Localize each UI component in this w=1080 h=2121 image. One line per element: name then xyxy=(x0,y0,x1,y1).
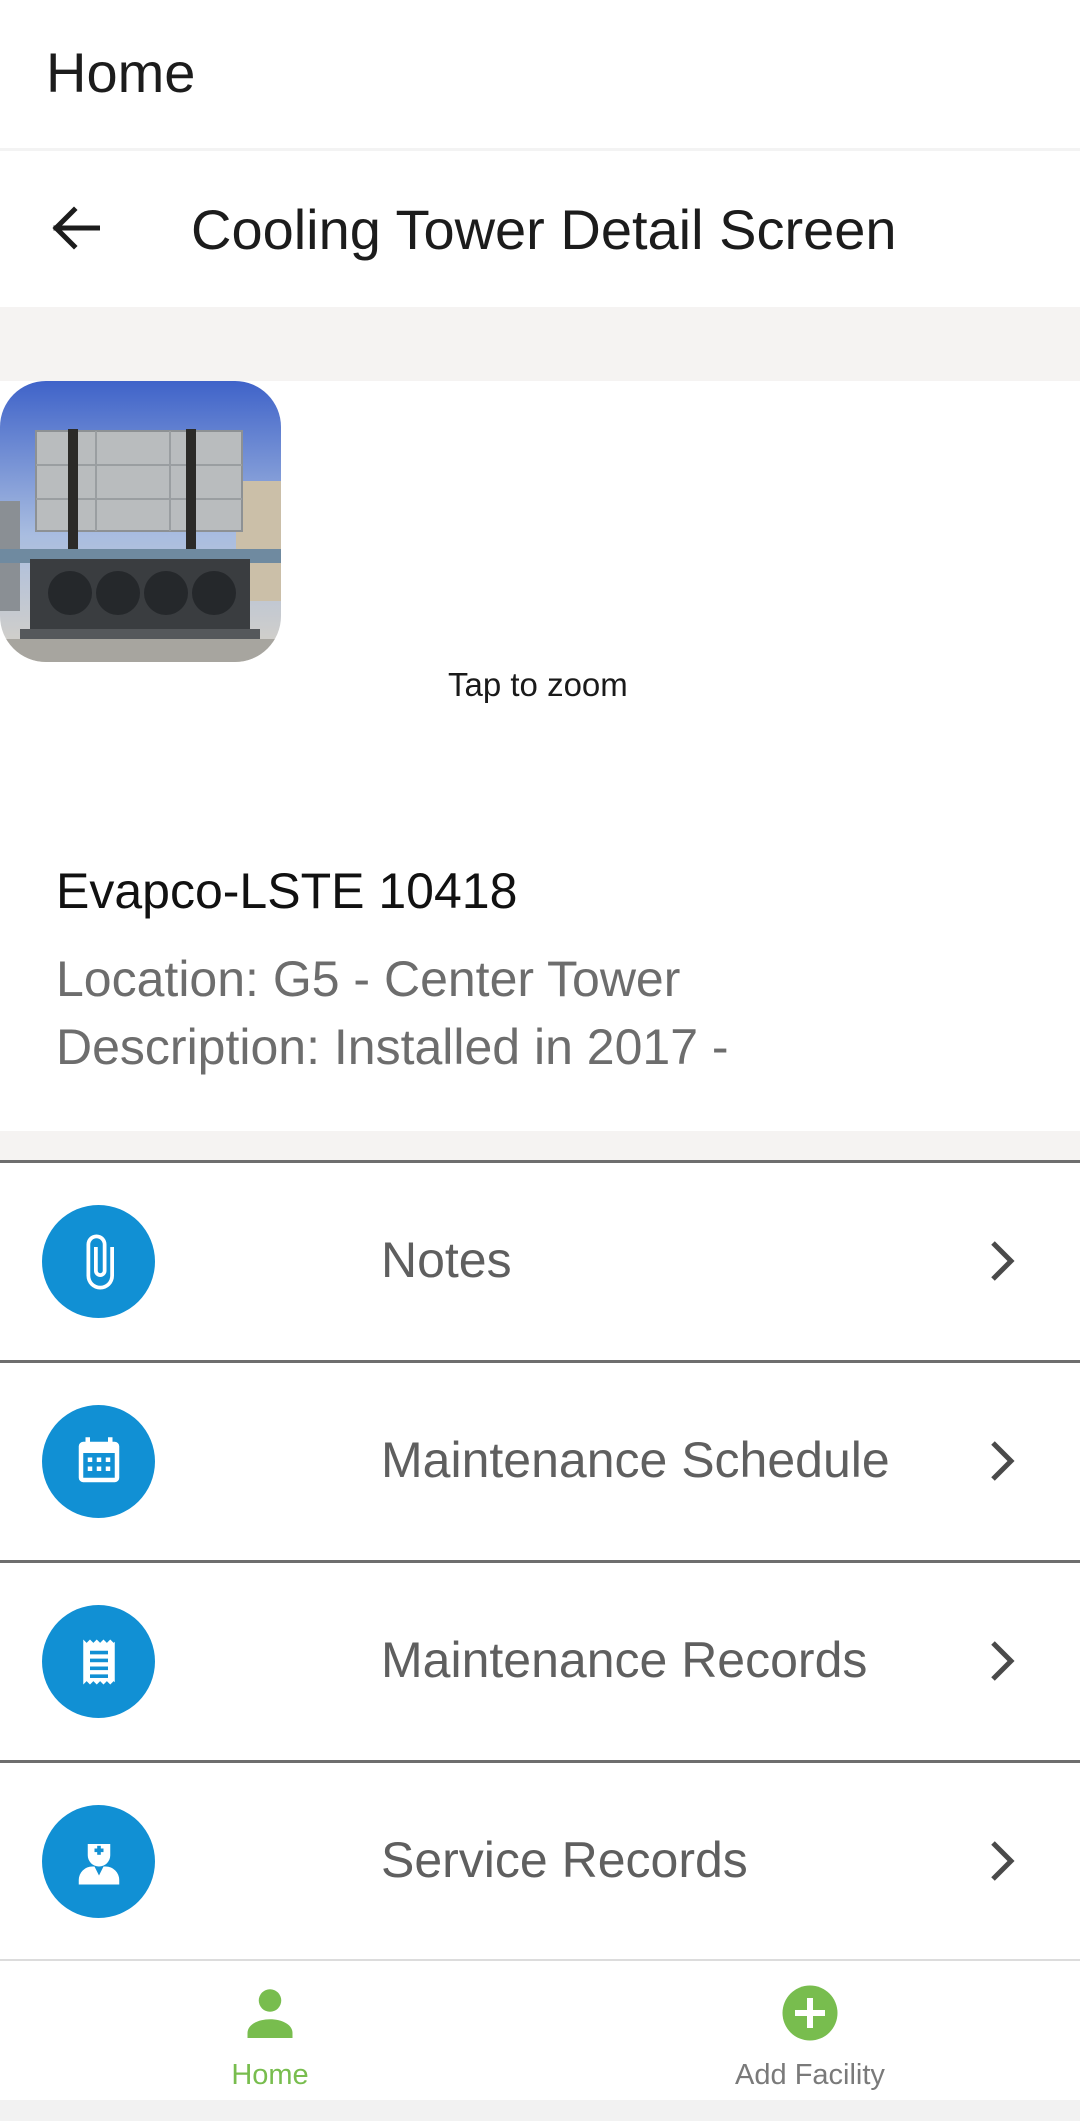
system-gesture-bar xyxy=(0,2100,1080,2121)
screen-title: Cooling Tower Detail Screen xyxy=(191,198,897,261)
bottom-navigation: Home Add Facility xyxy=(0,1959,1080,2102)
menu-item-service-records[interactable]: Service Records xyxy=(0,1763,1080,1960)
person-icon xyxy=(247,1989,293,2038)
menu-icon-badge xyxy=(42,1605,155,1718)
menu-item-notes[interactable]: Notes xyxy=(0,1163,1080,1360)
tap-to-zoom-hint: Tap to zoom xyxy=(448,666,628,703)
section-divider xyxy=(0,1131,1080,1160)
app-bar: Home xyxy=(0,0,1080,151)
menu-item-label: Maintenance Records xyxy=(381,1632,868,1688)
chevron-right-icon xyxy=(984,1637,1020,1685)
back-button[interactable] xyxy=(40,193,110,263)
section-divider xyxy=(0,307,1080,381)
app-title: Home xyxy=(46,41,196,104)
receipt-icon xyxy=(82,1639,115,1684)
cooling-tower-image xyxy=(0,381,281,662)
menu-item-maintenance-records[interactable]: Maintenance Records xyxy=(0,1563,1080,1760)
unit-location: Location: G5 - Center Tower xyxy=(56,951,681,1007)
chevron-right-icon xyxy=(984,1437,1020,1485)
arrow-back-icon xyxy=(52,206,100,250)
menu-item-label: Maintenance Schedule xyxy=(381,1432,890,1488)
nav-label-add-facility: Add Facility xyxy=(735,2059,885,2091)
menu-icon-badge xyxy=(42,1405,155,1518)
paperclip-icon xyxy=(86,1234,114,1289)
cooling-tower-photo[interactable] xyxy=(0,381,281,662)
nav-tab-home[interactable]: Home xyxy=(0,1961,540,2102)
menu-icon-badge xyxy=(42,1805,155,1918)
add-circle-icon xyxy=(782,1985,838,2041)
technician-icon xyxy=(78,1843,119,1884)
menu-item-label: Service Records xyxy=(381,1832,748,1888)
nav-tab-add-facility[interactable]: Add Facility xyxy=(540,1961,1080,2102)
nav-label-home: Home xyxy=(231,2059,309,2091)
calendar-icon xyxy=(78,1436,119,1482)
menu-item-maintenance-schedule[interactable]: Maintenance Schedule xyxy=(0,1363,1080,1560)
screen-header: Cooling Tower Detail Screen xyxy=(0,151,1080,307)
menu-item-label: Notes xyxy=(381,1232,512,1288)
menu-icon-badge xyxy=(42,1205,155,1318)
chevron-right-icon xyxy=(984,1237,1020,1285)
unit-name: Evapco-LSTE 10418 xyxy=(56,863,518,919)
chevron-right-icon xyxy=(984,1837,1020,1885)
unit-description: Description: Installed in 2017 - xyxy=(56,1019,729,1075)
